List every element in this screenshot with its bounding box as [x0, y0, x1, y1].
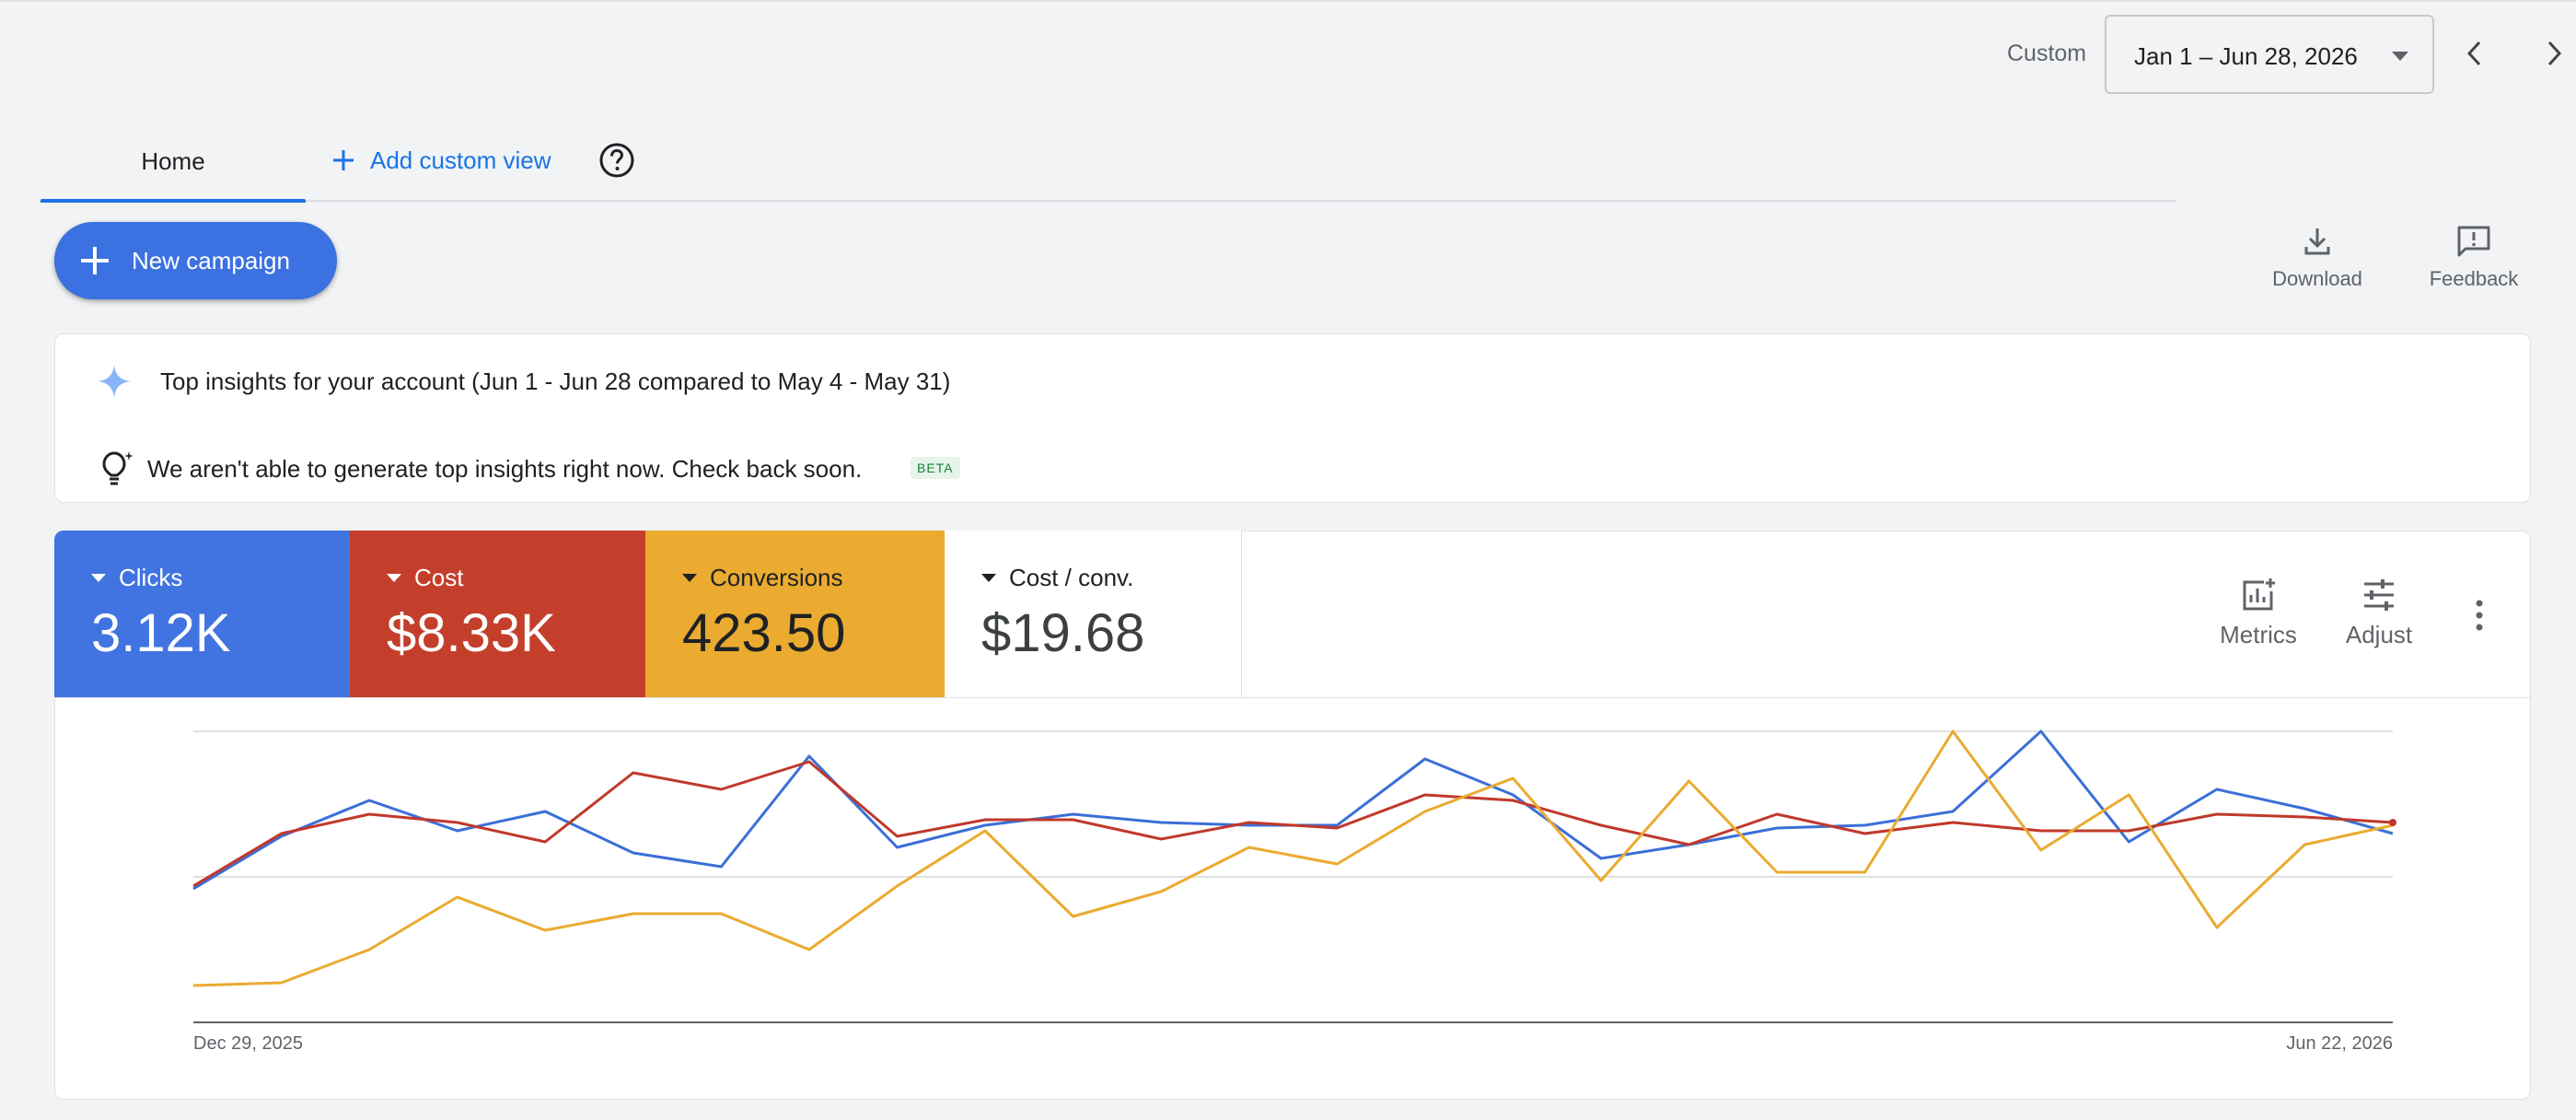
scorecard-cost[interactable]: Cost $8.33K: [350, 531, 645, 698]
scorecard-cost-per-conversion[interactable]: Cost / conv. $19.68: [945, 531, 1242, 698]
adjust-button[interactable]: Adjust: [2324, 577, 2434, 649]
sparkle-icon: [98, 365, 131, 398]
scorecard-clicks[interactable]: Clicks 3.12K: [54, 531, 350, 698]
help-button[interactable]: [598, 142, 635, 179]
x-axis-end-label: Jun 22, 2026: [2286, 1033, 2393, 1054]
download-label: Download: [2272, 267, 2362, 290]
dropdown-caret-icon: [2392, 52, 2408, 61]
new-campaign-button[interactable]: New campaign: [54, 222, 337, 299]
chevron-left-icon: [2466, 41, 2481, 66]
scorecard-value: $19.68: [981, 603, 1145, 663]
scorecard-label: Cost: [414, 564, 464, 591]
plus-icon: [81, 247, 109, 274]
dropdown-caret-icon: [91, 574, 106, 582]
scorecard-label: Clicks: [119, 564, 183, 591]
feedback-label: Feedback: [2429, 267, 2519, 290]
download-icon: [2304, 228, 2330, 255]
scorecard-label: Conversions: [710, 564, 843, 591]
download-button[interactable]: Download: [2253, 225, 2382, 291]
more-options-button[interactable]: [2466, 595, 2493, 636]
series-line-conversions: [192, 729, 2394, 987]
dropdown-caret-icon: [981, 574, 996, 582]
next-period-button[interactable]: [2534, 33, 2574, 74]
feedback-button[interactable]: Feedback: [2409, 225, 2538, 291]
plus-icon: [333, 150, 354, 170]
top-divider: [0, 0, 2576, 2]
beta-badge: BETA: [911, 457, 960, 479]
metrics-button[interactable]: Metrics: [2203, 577, 2314, 649]
insights-title: Top insights for your account (Jun 1 - J…: [160, 368, 951, 395]
scorecard-value: 3.12K: [91, 603, 231, 663]
previous-period-button[interactable]: [2454, 33, 2495, 74]
performance-line-chart: Dec 29, 2025 Jun 22, 2026: [192, 729, 2396, 1054]
scorecard-label: Cost / conv.: [1009, 564, 1134, 591]
date-range-select[interactable]: Jan 1 – Jun 28, 2026: [2105, 15, 2434, 94]
new-campaign-label: New campaign: [132, 246, 290, 274]
dropdown-caret-icon: [387, 574, 401, 582]
date-range-value: Jan 1 – Jun 28, 2026: [2134, 42, 2358, 70]
add-custom-view-button[interactable]: Add custom view: [331, 140, 551, 181]
insights-message: We aren't able to generate top insights …: [147, 455, 863, 483]
series-line-cost: [192, 760, 2394, 888]
help-circle-icon: [599, 143, 634, 178]
tune-icon: [2364, 579, 2394, 611]
dropdown-caret-icon: [682, 574, 697, 582]
tab-home[interactable]: Home: [41, 138, 306, 203]
scorecard-value: 423.50: [682, 603, 846, 663]
x-axis-start-label: Dec 29, 2025: [193, 1033, 303, 1054]
tab-home-label: Home: [141, 147, 205, 175]
scorecard-conversions[interactable]: Conversions 423.50: [645, 531, 945, 698]
metrics-label: Metrics: [2220, 621, 2297, 648]
chevron-right-icon: [2547, 41, 2562, 66]
feedback-icon: [2457, 226, 2490, 257]
scorecard-value: $8.33K: [387, 603, 556, 663]
lightbulb-icon: [102, 451, 133, 485]
series-line-clicks: [192, 729, 2394, 891]
add-chart-icon: [2243, 578, 2275, 611]
add-custom-view-label: Add custom view: [370, 146, 551, 174]
tabs-divider: [41, 200, 2176, 202]
series-end-point: [2389, 819, 2396, 826]
active-tab-indicator: [41, 199, 306, 203]
date-range-type-label: Custom: [2007, 41, 2087, 66]
adjust-label: Adjust: [2345, 621, 2413, 648]
more-vert-icon: [2476, 600, 2483, 631]
